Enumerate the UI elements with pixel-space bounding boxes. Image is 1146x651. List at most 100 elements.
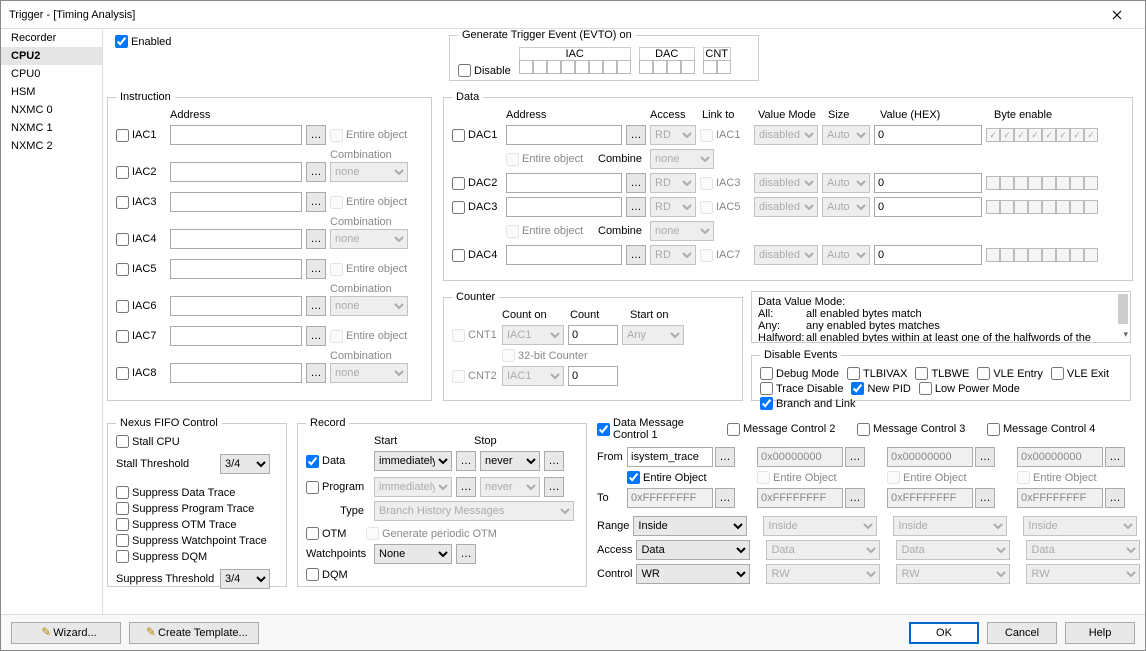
sidebar-item-cpu2[interactable]: CPU2 [1, 47, 102, 65]
mc2-range[interactable]: Inside [763, 516, 877, 536]
dac4-link[interactable]: IAC7 [700, 249, 750, 262]
cnt1-counton[interactable]: IAC1 [502, 325, 564, 345]
mc1-range[interactable]: Inside [633, 516, 747, 536]
iac6-browse[interactable]: … [306, 296, 326, 316]
evto-iac-cells[interactable] [519, 60, 631, 74]
sidebar-item-nxmc1[interactable]: NXMC 1 [1, 119, 102, 137]
mc4-from[interactable] [1017, 447, 1103, 467]
sidebar-item-recorder[interactable]: Recorder [1, 29, 102, 47]
record-data[interactable]: Data [306, 455, 370, 468]
dac3-vm[interactable]: disabled [754, 197, 818, 217]
iac4-check[interactable]: IAC4 [116, 233, 166, 246]
mc1-to-browse[interactable]: … [715, 488, 735, 508]
prog-stop-more[interactable]: … [544, 477, 564, 497]
mc3-control[interactable]: RW [896, 564, 1010, 584]
iac6-addr[interactable] [170, 296, 302, 316]
iac2-check[interactable]: IAC2 [116, 166, 166, 179]
mc2-control[interactable]: RW [766, 564, 880, 584]
evto-cnt-cells[interactable] [703, 60, 731, 74]
dev-vle exit[interactable]: VLE Exit [1051, 367, 1109, 380]
mc2-check[interactable]: Message Control 2 [727, 423, 841, 436]
dac1-access[interactable]: RD [650, 125, 696, 145]
dac3-addr[interactable] [506, 197, 622, 217]
help-button[interactable]: Help [1065, 622, 1135, 644]
supp-data-trace[interactable]: Suppress Data Trace [116, 486, 235, 499]
data-start-more[interactable]: … [456, 451, 476, 471]
supp-dqm[interactable]: Suppress DQM [116, 550, 207, 563]
data-stop[interactable]: never [480, 451, 540, 471]
iac7-browse[interactable]: … [306, 326, 326, 346]
iac5-browse[interactable]: … [306, 259, 326, 279]
dac3-val[interactable] [874, 197, 982, 217]
cnt1-check[interactable]: CNT1 [452, 329, 498, 342]
chevron-down-icon[interactable]: ▾ [1123, 329, 1128, 340]
create-template-button[interactable]: Create Template... [129, 622, 259, 644]
iac8-browse[interactable]: … [306, 363, 326, 383]
dac1-val[interactable] [874, 125, 982, 145]
mc4-from-browse[interactable]: … [1105, 447, 1125, 467]
iac3-check[interactable]: IAC3 [116, 196, 166, 209]
dac4-vm[interactable]: disabled [754, 245, 818, 265]
iac-combo[interactable]: none [330, 363, 408, 383]
dac3-link[interactable]: IAC5 [700, 201, 750, 214]
data-start[interactable]: immediately [374, 451, 452, 471]
iac5-check[interactable]: IAC5 [116, 263, 166, 276]
mc4-eo[interactable]: Entire Object [1017, 471, 1131, 484]
dac2-check[interactable]: DAC2 [452, 177, 502, 190]
wp-select[interactable]: None [374, 544, 452, 564]
mc2-to-browse[interactable]: … [845, 488, 865, 508]
mc1-check[interactable]: Data Message Control 1 [597, 417, 711, 441]
dqm-check[interactable]: DQM [306, 568, 348, 581]
prog-start[interactable]: immediately [374, 477, 452, 497]
mc1-access[interactable]: Data [636, 540, 750, 560]
dac3-size[interactable]: Auto [822, 197, 870, 217]
iac5-addr[interactable] [170, 259, 302, 279]
dac-combine[interactable]: none [650, 149, 714, 169]
dac2-vm[interactable]: disabled [754, 173, 818, 193]
mc1-from[interactable] [627, 447, 713, 467]
stall-cpu[interactable]: Stall CPU [116, 435, 180, 448]
mc4-access[interactable]: Data [1026, 540, 1140, 560]
dac3-access[interactable]: RD [650, 197, 696, 217]
iac1-check[interactable]: IAC1 [116, 129, 166, 142]
record-type[interactable]: Branch History Messages [374, 501, 574, 521]
supp-otm-trace[interactable]: Suppress OTM Trace [116, 518, 237, 531]
evto-disable[interactable]: Disable [458, 64, 511, 77]
dac4-access[interactable]: RD [650, 245, 696, 265]
evto-dac-cells[interactable] [639, 60, 695, 74]
iac3-browse[interactable]: … [306, 192, 326, 212]
gen-otm-check[interactable]: Generate periodic OTM [366, 527, 497, 540]
enabled-checkbox[interactable]: Enabled [115, 35, 171, 48]
dac2-access[interactable]: RD [650, 173, 696, 193]
dev-low power mode[interactable]: Low Power Mode [919, 382, 1020, 395]
mc3-check[interactable]: Message Control 3 [857, 423, 971, 436]
prog-stop[interactable]: never [480, 477, 540, 497]
mc3-from-browse[interactable]: … [975, 447, 995, 467]
iac7-addr[interactable] [170, 326, 302, 346]
dac4-browse[interactable]: … [626, 245, 646, 265]
cnt1-count[interactable] [568, 325, 618, 345]
cnt-32bit[interactable]: 32-bit Counter [502, 349, 588, 362]
sidebar-item-nxmc0[interactable]: NXMC 0 [1, 101, 102, 119]
mc2-from-browse[interactable]: … [845, 447, 865, 467]
mc3-eo[interactable]: Entire Object [887, 471, 1001, 484]
cnt2-count[interactable] [568, 366, 618, 386]
mc3-range[interactable]: Inside [893, 516, 1007, 536]
mc2-eo[interactable]: Entire Object [757, 471, 871, 484]
dev-new pid[interactable]: New PID [851, 382, 910, 395]
iac8-check[interactable]: IAC8 [116, 367, 166, 380]
dev-tlbivax[interactable]: TLBIVAX [847, 367, 907, 380]
iac3-addr[interactable] [170, 192, 302, 212]
iac6-check[interactable]: IAC6 [116, 300, 166, 313]
mc2-access[interactable]: Data [766, 540, 880, 560]
mc3-to-browse[interactable]: … [975, 488, 995, 508]
info-scrollbar[interactable] [1118, 294, 1128, 324]
dac4-check[interactable]: DAC4 [452, 249, 502, 262]
supp-prog-trace[interactable]: Suppress Program Trace [116, 502, 254, 515]
cnt2-counton[interactable]: IAC1 [502, 366, 564, 386]
wp-more[interactable]: … [456, 544, 476, 564]
dac1-addr[interactable] [506, 125, 622, 145]
mc4-to[interactable] [1017, 488, 1103, 508]
supp-wp-trace[interactable]: Suppress Watchpoint Trace [116, 534, 267, 547]
mc3-from[interactable] [887, 447, 973, 467]
